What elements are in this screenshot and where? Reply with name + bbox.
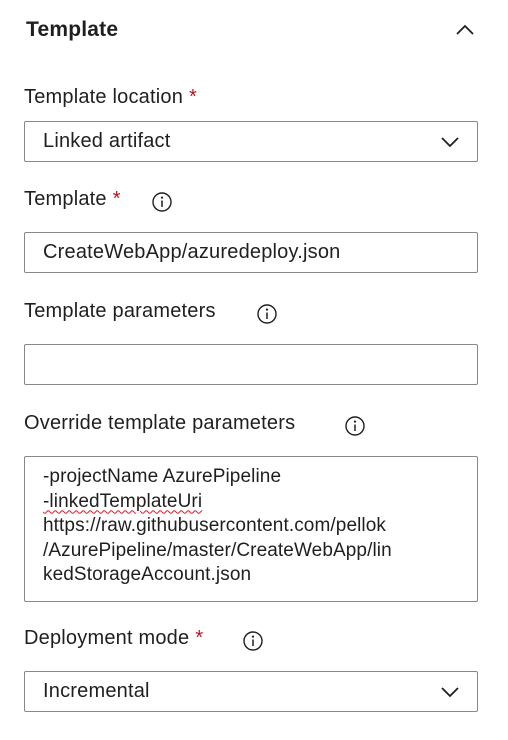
template-parameters-label: Template parameters xyxy=(24,300,216,323)
template-label-text: Template xyxy=(24,188,107,210)
info-icon[interactable] xyxy=(151,191,173,213)
override-parameters-label-text: Override template parameters xyxy=(24,412,296,434)
required-marker: * xyxy=(112,188,121,210)
required-marker: * xyxy=(189,86,198,108)
template-path-value: CreateWebApp/azuredeploy.json xyxy=(43,241,341,263)
info-icon[interactable] xyxy=(256,303,278,325)
deployment-mode-dropdown[interactable]: Incremental xyxy=(24,671,478,712)
template-label: Template * xyxy=(24,188,121,211)
override-line: -projectName AzurePipeline xyxy=(43,466,282,487)
chevron-up-icon[interactable] xyxy=(452,20,478,40)
required-marker: * xyxy=(195,627,204,649)
override-parameters-label: Override template parameters xyxy=(24,412,295,435)
template-parameters-input[interactable] xyxy=(24,344,478,385)
chevron-down-icon xyxy=(441,687,459,698)
override-line: https://raw.githubusercontent.com/pellok xyxy=(43,515,387,536)
deployment-mode-value: Incremental xyxy=(43,680,150,702)
override-parameters-textarea[interactable]: -projectName AzurePipeline -linkedTempla… xyxy=(24,456,478,602)
section-title: Template xyxy=(26,18,119,41)
template-parameters-label-text: Template parameters xyxy=(24,300,216,322)
template-path-input[interactable]: CreateWebApp/azuredeploy.json xyxy=(24,232,478,273)
template-section-header[interactable]: Template xyxy=(0,0,508,62)
override-parameters-text: -projectName AzurePipeline -linkedTempla… xyxy=(43,465,469,588)
override-line: /AzurePipeline/master/CreateWebApp/lin xyxy=(43,539,392,561)
deployment-mode-label: Deployment mode * xyxy=(24,627,203,650)
info-icon[interactable] xyxy=(242,630,264,652)
template-location-label-text: Template location xyxy=(24,86,184,108)
template-location-value: Linked artifact xyxy=(43,130,171,152)
info-icon[interactable] xyxy=(344,415,366,437)
template-location-label: Template location * xyxy=(24,86,197,109)
override-line: -linkedTemplateUri xyxy=(43,490,203,512)
deployment-mode-label-text: Deployment mode xyxy=(24,627,190,649)
override-line: kedStorageAccount.json xyxy=(43,564,252,585)
template-location-dropdown[interactable]: Linked artifact xyxy=(24,121,478,162)
chevron-down-icon xyxy=(441,137,459,148)
